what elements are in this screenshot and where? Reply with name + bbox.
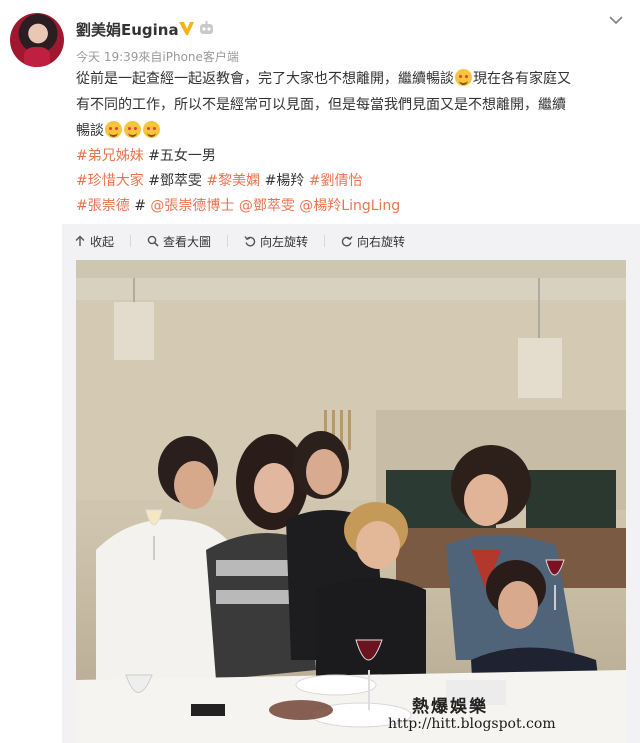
robot-icon[interactable] [198, 20, 215, 36]
weibo-post-card: 劉美娟Eugina 今天 19:39來自iPhone客户端 從前是一起查經一起返… [0, 0, 640, 743]
toolbar-divider [227, 235, 229, 247]
view-large-button[interactable]: 查看大圖 [147, 233, 211, 250]
watermark: 熱爆娛樂 http://hitt.blogspot.com [388, 692, 628, 738]
post-text-line1b: 現在各有家庭又 [473, 71, 571, 87]
hashtag-link[interactable]: #楊羚 [265, 173, 305, 189]
smile-emoji-icon [455, 69, 472, 86]
verified-badge-icon [179, 22, 194, 35]
chevron-down-icon[interactable] [608, 14, 624, 26]
toolbar-divider [130, 235, 132, 247]
post-text-line1: 從前是一起查經一起返教會，完了大家也不想離開，繼續暢談 [76, 71, 454, 87]
hashtag-link[interactable]: #鄧萃雯 [148, 173, 202, 189]
watermark-url: http://hitt.blogspot.com [388, 716, 556, 732]
post-text-line3: 暢談 [76, 123, 104, 139]
collapse-button[interactable]: 收起 [74, 233, 114, 250]
tags-row-3: #張崇德 # @張崇德博士 @鄧萃雯 @楊羚LingLing [76, 193, 400, 219]
toolbar-divider [324, 235, 326, 247]
tags-row-2: #珍惜大家 #鄧萃雯 #黎美嫻 #楊羚 #劉倩怡 [76, 168, 362, 194]
heart-eyes-emoji-icon [105, 121, 122, 138]
rotate-left-button[interactable]: 向左旋转 [244, 233, 308, 250]
rotate-left-label: 向左旋转 [260, 234, 309, 249]
rotate-right-icon [341, 236, 353, 247]
view-large-label: 查看大圖 [163, 234, 212, 249]
username-link[interactable]: 劉美娟Eugina [76, 19, 179, 40]
hashtag-link[interactable]: # [134, 198, 146, 214]
collapse-label: 收起 [90, 234, 115, 249]
hashtag-link[interactable]: #珍惜大家 [76, 173, 144, 189]
media-toolbar: 收起 查看大圖 向左旋转 向右旋转 [74, 232, 421, 250]
photo-scene [76, 260, 626, 743]
magnifier-icon [147, 235, 159, 247]
mention-link[interactable]: @張崇德博士 [150, 198, 234, 214]
hashtag-link[interactable]: #劉倩怡 [309, 173, 363, 189]
rotate-right-button[interactable]: 向右旋转 [341, 233, 405, 250]
hashtag-link[interactable]: #弟兄姊妹 [76, 148, 144, 164]
mention-link[interactable]: @鄧萃雯 [239, 198, 295, 214]
post-text-line2: 有不同的工作，所以不是經常可以見面，但是每當我們見面又是不想離開，繼續 [76, 97, 566, 113]
post-meta[interactable]: 今天 19:39來自iPhone客户端 [76, 48, 239, 65]
hashtag-link[interactable]: #張崇德 [76, 198, 130, 214]
mention-link[interactable]: @楊羚LingLing [299, 198, 400, 214]
post-photo[interactable] [76, 260, 626, 743]
heart-eyes-emoji-icon [143, 121, 160, 138]
rotate-left-icon [244, 236, 256, 247]
collapse-arrow-icon [75, 235, 85, 246]
post-text: 從前是一起查經一起返教會，完了大家也不想離開，繼續暢談 現在各有家庭又 有不同的工… [76, 66, 631, 144]
hashtag-link[interactable]: #黎美嫻 [206, 173, 260, 189]
media-panel: 收起 查看大圖 向左旋转 向右旋转 [62, 224, 640, 743]
avatar[interactable] [10, 13, 64, 67]
tags-row-1: #弟兄姊妹 #五女一男 [76, 143, 216, 169]
watermark-title: 熱爆娛樂 [412, 697, 488, 717]
rotate-right-label: 向右旋转 [357, 234, 406, 249]
hashtag-link[interactable]: #五女一男 [148, 148, 216, 164]
heart-eyes-emoji-icon [124, 121, 141, 138]
